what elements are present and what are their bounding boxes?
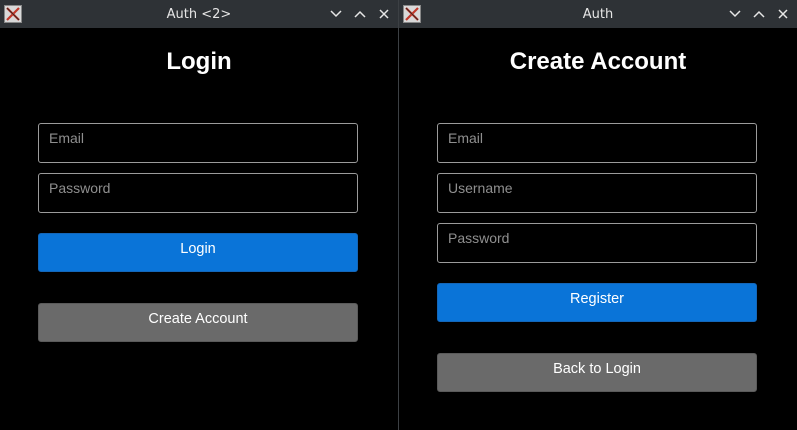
email-input[interactable] [39,124,357,162]
register-window: Auth Create Account Register Back to Log… [399,0,797,430]
minimize-chevron-icon[interactable] [727,6,743,22]
maximize-chevron-icon[interactable] [751,6,767,22]
email-field[interactable] [437,123,757,163]
close-icon[interactable] [775,6,791,22]
titlebar[interactable]: Auth <2> [0,0,398,28]
close-icon[interactable] [376,6,392,22]
titlebar[interactable]: Auth [399,0,797,28]
page-title: Create Account [509,48,687,75]
password-input[interactable] [438,224,756,262]
email-input[interactable] [438,124,756,162]
page-title: Login [166,48,232,75]
minimize-chevron-icon[interactable] [328,6,344,22]
email-field[interactable] [38,123,358,163]
username-input[interactable] [438,174,756,212]
login-button[interactable]: Login [38,233,358,272]
create-account-button[interactable]: Create Account [38,303,358,342]
username-field[interactable] [437,173,757,213]
back-to-login-button[interactable]: Back to Login [437,353,757,392]
login-window: Auth <2> Login Login Create Account [0,0,398,430]
register-button[interactable]: Register [437,283,757,322]
password-input[interactable] [39,174,357,212]
password-field[interactable] [437,223,757,263]
maximize-chevron-icon[interactable] [352,6,368,22]
password-field[interactable] [38,173,358,213]
